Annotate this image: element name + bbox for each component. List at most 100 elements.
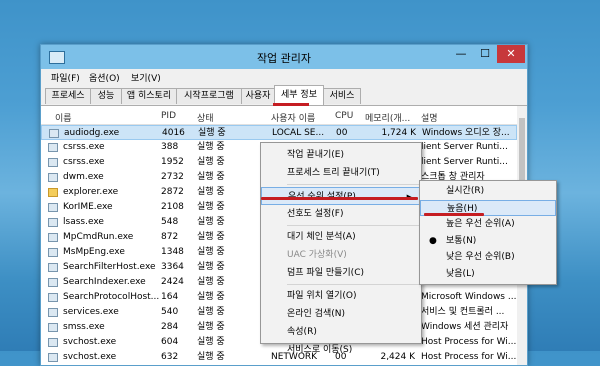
- cell-status: 실행 중: [197, 307, 225, 317]
- cell-cpu: 00: [336, 128, 348, 138]
- cell-user: LOCAL SE...: [272, 128, 325, 138]
- cell-pid: 3364: [161, 262, 184, 272]
- minimize-button[interactable]: —: [449, 45, 473, 63]
- menu-options[interactable]: 옵션(O): [89, 71, 120, 84]
- priority-menu-item[interactable]: 실시간(R): [420, 183, 556, 199]
- cell-desc: Windows 오디오 장...: [422, 128, 510, 138]
- process-icon: [48, 143, 58, 152]
- priority-submenu: 실시간(R) 높음(H) 높은 우선 순위(A) ● 보통(N) 낮은 우선 순위(B) 낮…: [419, 180, 557, 285]
- cell-name: SearchFilterHost.exe: [63, 262, 156, 272]
- tab-details[interactable]: 세부 정보: [274, 85, 324, 105]
- tab-processes[interactable]: 프로세스: [45, 88, 91, 104]
- tab-startup[interactable]: 시작프로그램: [176, 88, 242, 104]
- process-icon: [48, 203, 58, 212]
- context-menu-item[interactable]: 우선 순위 설정(P)▶: [261, 187, 421, 205]
- context-menu-item[interactable]: 프로세스 트리 끝내기(T): [261, 164, 421, 182]
- context-menu-item[interactable]: 덤프 파일 만들기(C): [261, 264, 421, 282]
- process-icon: [48, 248, 58, 257]
- context-menu: 작업 끝내기(E) 프로세스 트리 끝내기(T) 우선 순위 설정(P)▶ 선호도 설…: [260, 142, 422, 355]
- cell-desc: Host Process for Wi...: [421, 352, 517, 362]
- process-icon: [48, 158, 58, 167]
- context-menu-item: UAC 가상화(V): [261, 246, 421, 264]
- process-icon: [48, 263, 58, 272]
- menu-item-label: 덤프 파일 만들기(C): [287, 268, 364, 278]
- column-header-description[interactable]: 설명: [421, 111, 438, 124]
- cell-status: 실행 중: [197, 232, 225, 242]
- context-menu-item[interactable]: 온라인 검색(N): [261, 305, 421, 323]
- column-header-user[interactable]: 사용자 이름: [271, 111, 315, 124]
- cell-name: dwm.exe: [63, 172, 104, 182]
- tab-performance[interactable]: 성능: [90, 88, 122, 104]
- column-header-status[interactable]: 상태: [197, 111, 214, 124]
- cell-desc: Microsoft Windows ...: [421, 292, 517, 302]
- priority-menu-item[interactable]: 낮은 우선 순위(B): [420, 249, 556, 265]
- priority-menu-item[interactable]: ● 보통(N): [420, 233, 556, 249]
- maximize-button[interactable]: ☐: [473, 45, 497, 63]
- title-bar[interactable]: 작업 관리자 — ☐ ✕: [41, 45, 527, 69]
- priority-item-label: 낮은 우선 순위(B): [446, 252, 515, 262]
- close-button[interactable]: ✕: [497, 45, 525, 63]
- cell-status: 실행 중: [198, 128, 226, 138]
- cell-pid: 1348: [161, 247, 184, 257]
- cell-pid: 1952: [161, 157, 184, 167]
- context-menu-item[interactable]: 파일 위치 열기(O): [261, 287, 421, 305]
- cell-status: 실행 중: [197, 217, 225, 227]
- table-row[interactable]: audiodg.exe 4016 실행 중 LOCAL SE... 00 1,724 K W…: [41, 125, 517, 140]
- priority-item-label: 낮음(L): [446, 268, 475, 279]
- table-header: 이름 PID 상태 사용자 이름 CPU 메모리(개... 설명: [41, 106, 517, 125]
- menu-item-label: 서비스로 이동(S): [287, 345, 353, 355]
- menu-item-label: 프로세스 트리 끝내기(T): [287, 168, 380, 178]
- cell-desc: Windows 세션 관리자: [421, 322, 509, 332]
- process-icon: [48, 233, 58, 242]
- column-header-name[interactable]: 이름: [55, 111, 72, 124]
- menu-file[interactable]: 파일(F): [51, 71, 80, 84]
- cell-status: 실행 중: [197, 262, 225, 272]
- cell-name: lsass.exe: [63, 217, 104, 227]
- cell-name: SearchIndexer.exe: [63, 277, 146, 287]
- priority-menu-item[interactable]: 높은 우선 순위(A): [420, 216, 556, 232]
- cell-name: explorer.exe: [63, 187, 119, 197]
- priority-item-label: 높은 우선 순위(A): [446, 219, 515, 229]
- process-icon: [48, 293, 58, 302]
- cell-pid: 2424: [161, 277, 184, 287]
- cell-pid: 2108: [161, 202, 184, 212]
- cell-status: 실행 중: [197, 337, 225, 347]
- cell-name: smss.exe: [63, 322, 105, 332]
- process-icon: [48, 173, 58, 182]
- context-menu-item[interactable]: 선호도 설정(F): [261, 205, 421, 223]
- cell-pid: 540: [161, 307, 179, 317]
- context-menu-item[interactable]: 작업 끝내기(E): [261, 146, 421, 164]
- cell-desc: lient Server Runti...: [421, 142, 508, 152]
- column-header-cpu[interactable]: CPU: [335, 111, 353, 121]
- menu-item-label: 파일 위치 열기(O): [287, 291, 357, 301]
- cell-pid: 2872: [161, 187, 184, 197]
- cell-status: 실행 중: [197, 292, 225, 302]
- column-header-memory[interactable]: 메모리(개...: [365, 111, 410, 124]
- cell-name: svchost.exe: [63, 352, 117, 362]
- menu-item-label: UAC 가상화(V): [287, 250, 347, 260]
- priority-annotation-underline: [261, 197, 418, 200]
- cell-status: 실행 중: [197, 172, 225, 182]
- context-menu-item[interactable]: 대기 체인 분석(A): [261, 228, 421, 246]
- cell-mem: 1,724 K: [381, 128, 416, 138]
- cell-pid: 284: [161, 322, 179, 332]
- priority-menu-item[interactable]: 낮음(L): [420, 266, 556, 282]
- cell-status: 실행 중: [197, 142, 225, 152]
- cell-desc: Host Process for Wi...: [421, 337, 517, 347]
- menu-view[interactable]: 보기(V): [131, 71, 161, 84]
- tab-users[interactable]: 사용자: [241, 88, 275, 104]
- context-menu-item[interactable]: 서비스로 이동(S): [261, 341, 421, 359]
- cell-status: 실행 중: [197, 187, 225, 197]
- cell-pid: 604: [161, 337, 179, 347]
- context-menu-item[interactable]: 속성(R): [261, 323, 421, 341]
- cell-status: 실행 중: [197, 247, 225, 257]
- tab-app-history[interactable]: 앱 히스토리: [121, 88, 177, 104]
- cell-name: MpCmdRun.exe: [63, 232, 134, 242]
- priority-item-label: 보통(N): [446, 235, 477, 246]
- cell-pid: 632: [161, 352, 179, 362]
- column-header-pid[interactable]: PID: [161, 111, 176, 121]
- menu-item-label: 대기 체인 분석(A): [287, 232, 356, 242]
- tab-services[interactable]: 서비스: [323, 88, 361, 104]
- process-icon: [48, 218, 58, 227]
- menu-item-label: 속성(R): [287, 327, 317, 337]
